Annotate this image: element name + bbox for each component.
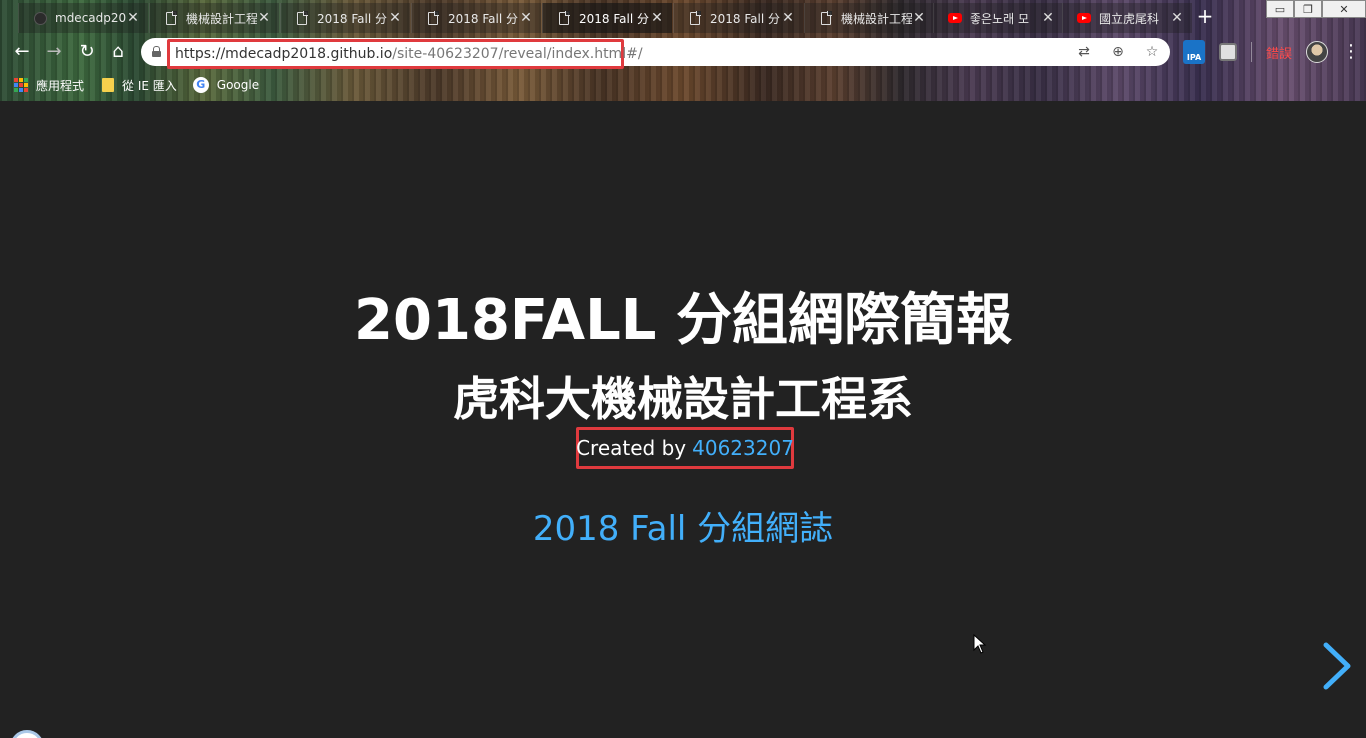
bookmarks-bar: 應用程式 從 IE 匯入 G Google xyxy=(0,72,1366,98)
browser-chrome: mdecadp20 ✕ 機械設計工程 ✕ 2018 Fall 分 ✕ 2018 … xyxy=(0,0,1366,101)
tab-close-icon[interactable]: ✕ xyxy=(388,10,402,26)
window-controls: ▭ ❐ ✕ xyxy=(1266,0,1366,18)
tab-close-icon[interactable]: ✕ xyxy=(126,10,140,26)
address-bar[interactable]: https://mdecadp2018.github.io/site-40623… xyxy=(141,38,1170,69)
toolbar-divider xyxy=(1251,42,1252,62)
folder-icon xyxy=(102,78,115,92)
document-icon xyxy=(688,11,702,25)
new-tab-button[interactable]: + xyxy=(1195,6,1215,26)
tab-0[interactable]: mdecadp20 ✕ xyxy=(18,3,148,33)
translate-icon[interactable]: ⇄ xyxy=(1074,42,1094,62)
tab-7[interactable]: 좋은노래 모 ✕ xyxy=(933,3,1063,33)
lock-icon xyxy=(152,46,161,57)
zoom-icon[interactable]: ⊕ xyxy=(1108,42,1128,62)
tab-3[interactable]: 2018 Fall 分 ✕ xyxy=(411,3,541,33)
bookmark-apps[interactable]: 應用程式 xyxy=(14,77,84,94)
bookmark-star-icon[interactable]: ☆ xyxy=(1142,42,1162,62)
url-path: /site-40623207/reveal/index.html#/ xyxy=(392,46,643,62)
tab-4-active[interactable]: 2018 Fall 分 ✕ xyxy=(542,3,672,33)
created-by-label: Created by xyxy=(576,436,687,460)
bookmark-label: Google xyxy=(216,78,260,92)
home-button[interactable]: ⌂ xyxy=(106,40,130,64)
apps-icon xyxy=(14,78,28,92)
reload-button[interactable]: ↻ xyxy=(75,40,99,64)
menu-icon[interactable]: ⋮ xyxy=(1342,43,1360,61)
tab-close-icon[interactable]: ✕ xyxy=(650,10,664,26)
document-icon xyxy=(557,11,571,25)
mouse-cursor-icon xyxy=(973,634,987,654)
tab-close-icon[interactable]: ✕ xyxy=(519,10,533,26)
author-link[interactable]: 40623207 xyxy=(692,436,794,460)
tab-close-icon[interactable]: ✕ xyxy=(781,10,795,26)
omnibox-icons: ⇄ ⊕ ☆ xyxy=(1074,42,1162,62)
minimize-button[interactable]: ▭ xyxy=(1266,0,1294,18)
tab-strip: mdecadp20 ✕ 機械設計工程 ✕ 2018 Fall 分 ✕ 2018 … xyxy=(0,0,1366,34)
google-icon: G xyxy=(192,77,209,93)
reveal-slide: 2018FALL 分組網際簡報 虎科大機械設計工程系 Created by 40… xyxy=(0,101,1366,738)
url-highlight[interactable]: https://mdecadp2018.github.io/site-40623… xyxy=(167,39,643,69)
browser-toolbar: ← → ↻ ⌂ https://mdecadp2018.github.io/si… xyxy=(0,34,1366,70)
close-window-button[interactable]: ✕ xyxy=(1322,0,1366,18)
extensions-area: IPA 錯誤 ⋮ xyxy=(1183,40,1360,64)
slide-subtitle: 虎科大機械設計工程系 xyxy=(453,372,913,426)
tab-5[interactable]: 2018 Fall 分 ✕ xyxy=(673,3,803,33)
tab-close-icon[interactable]: ✕ xyxy=(257,10,271,26)
tab-title: 機械設計工程 xyxy=(841,11,912,26)
tab-title: 2018 Fall 分 xyxy=(448,11,518,26)
corner-widget-icon[interactable] xyxy=(10,730,44,738)
bookmark-google[interactable]: G Google xyxy=(192,77,260,93)
blog-link[interactable]: 2018 Fall 分組網誌 xyxy=(0,501,1366,550)
document-icon xyxy=(426,11,440,25)
back-button[interactable]: ← xyxy=(10,40,34,64)
tab-close-icon[interactable]: ✕ xyxy=(912,10,926,26)
document-icon xyxy=(819,11,833,25)
tab-title: 國立虎尾科 xyxy=(1099,11,1160,26)
youtube-icon xyxy=(1077,11,1091,25)
error-badge[interactable]: 錯誤 xyxy=(1266,43,1292,62)
ipa-extension-icon[interactable]: IPA xyxy=(1183,40,1205,64)
extension-icon[interactable] xyxy=(1219,43,1237,61)
github-icon xyxy=(33,11,47,25)
tab-close-icon[interactable]: ✕ xyxy=(1170,10,1184,26)
document-icon xyxy=(164,11,178,25)
tab-title: 機械設計工程 xyxy=(186,11,257,26)
tab-title: 좋은노래 모 xyxy=(970,11,1030,26)
created-by-highlight: Created by 40623207 xyxy=(576,427,794,469)
restore-button[interactable]: ❐ xyxy=(1294,0,1322,18)
tab-title: 2018 Fall 分 xyxy=(317,11,387,26)
profile-avatar[interactable] xyxy=(1306,41,1329,63)
url-host: https://mdecadp2018.github.io xyxy=(175,46,393,62)
tab-6[interactable]: 機械設計工程 ✕ xyxy=(804,3,934,33)
youtube-icon xyxy=(948,11,962,25)
tab-title: mdecadp20 xyxy=(55,11,126,25)
forward-button[interactable]: → xyxy=(42,40,66,64)
tab-title: 2018 Fall 分 xyxy=(579,11,649,26)
next-slide-arrow-icon[interactable] xyxy=(1318,641,1354,691)
tab-8[interactable]: 國立虎尾科 ✕ xyxy=(1062,3,1192,33)
bookmark-label: 從 IE 匯入 xyxy=(122,78,177,93)
tab-1[interactable]: 機械設計工程 ✕ xyxy=(149,3,279,33)
tab-title: 2018 Fall 分 xyxy=(710,11,780,26)
tab-close-icon[interactable]: ✕ xyxy=(1041,10,1055,26)
document-icon xyxy=(295,11,309,25)
tab-2[interactable]: 2018 Fall 分 ✕ xyxy=(280,3,410,33)
bookmark-label: 應用程式 xyxy=(36,78,85,93)
slide-title: 2018FALL 分組網際簡報 xyxy=(354,288,1012,353)
bookmark-ie-import[interactable]: 從 IE 匯入 xyxy=(102,77,177,94)
